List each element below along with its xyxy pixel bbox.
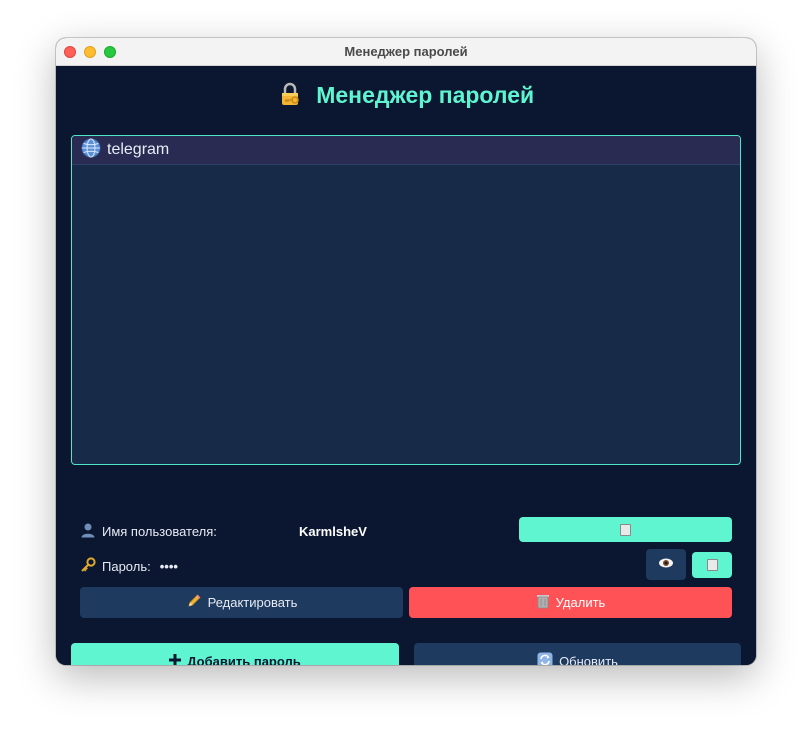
page-title: Менеджер паролей	[316, 82, 535, 108]
refresh-icon	[537, 652, 553, 665]
plus-icon	[169, 653, 182, 665]
refresh-button[interactable]: Обновить	[414, 643, 741, 665]
user-icon	[80, 522, 96, 541]
clipboard-icon	[620, 523, 631, 536]
list-item-label: telegram	[107, 141, 170, 158]
edit-button[interactable]: Редактировать	[80, 587, 403, 618]
trash-icon	[536, 593, 550, 612]
refresh-label: Обновить	[559, 653, 618, 666]
title-bar: Менеджер паролей	[56, 38, 756, 66]
pencil-icon	[186, 593, 202, 612]
copy-username-button[interactable]	[519, 517, 732, 542]
main-content: Менеджер паролей telegram Имя пользовате…	[56, 66, 756, 665]
copy-password-button[interactable]	[692, 552, 732, 578]
eye-icon	[658, 555, 674, 574]
show-password-button[interactable]	[646, 549, 686, 580]
lock-with-key-icon	[278, 82, 302, 112]
username-label: Имя пользователя:	[102, 524, 217, 539]
add-password-button[interactable]: Добавить пароль	[71, 643, 399, 665]
clipboard-icon	[706, 559, 718, 571]
add-password-label: Добавить пароль	[187, 653, 301, 666]
delete-button-label: Удалить	[555, 595, 606, 610]
globe-icon	[81, 138, 101, 163]
window-title: Менеджер паролей	[344, 44, 468, 59]
key-icon	[80, 557, 96, 576]
username-value: KarmlsheV	[299, 524, 367, 539]
app-window: Менеджер паролей Менеджер паролей telegr…	[56, 38, 756, 665]
password-label: Пароль:	[102, 559, 151, 574]
password-list[interactable]: telegram	[71, 135, 741, 465]
username-row: Имя пользователя:	[80, 522, 217, 541]
edit-button-label: Редактировать	[207, 595, 298, 610]
password-value: ••••	[159, 559, 178, 574]
app-header: Менеджер паролей	[56, 82, 756, 112]
delete-button[interactable]: Удалить	[409, 587, 732, 618]
list-item[interactable]: telegram	[72, 136, 740, 165]
password-row: Пароль: ••••	[80, 557, 178, 576]
